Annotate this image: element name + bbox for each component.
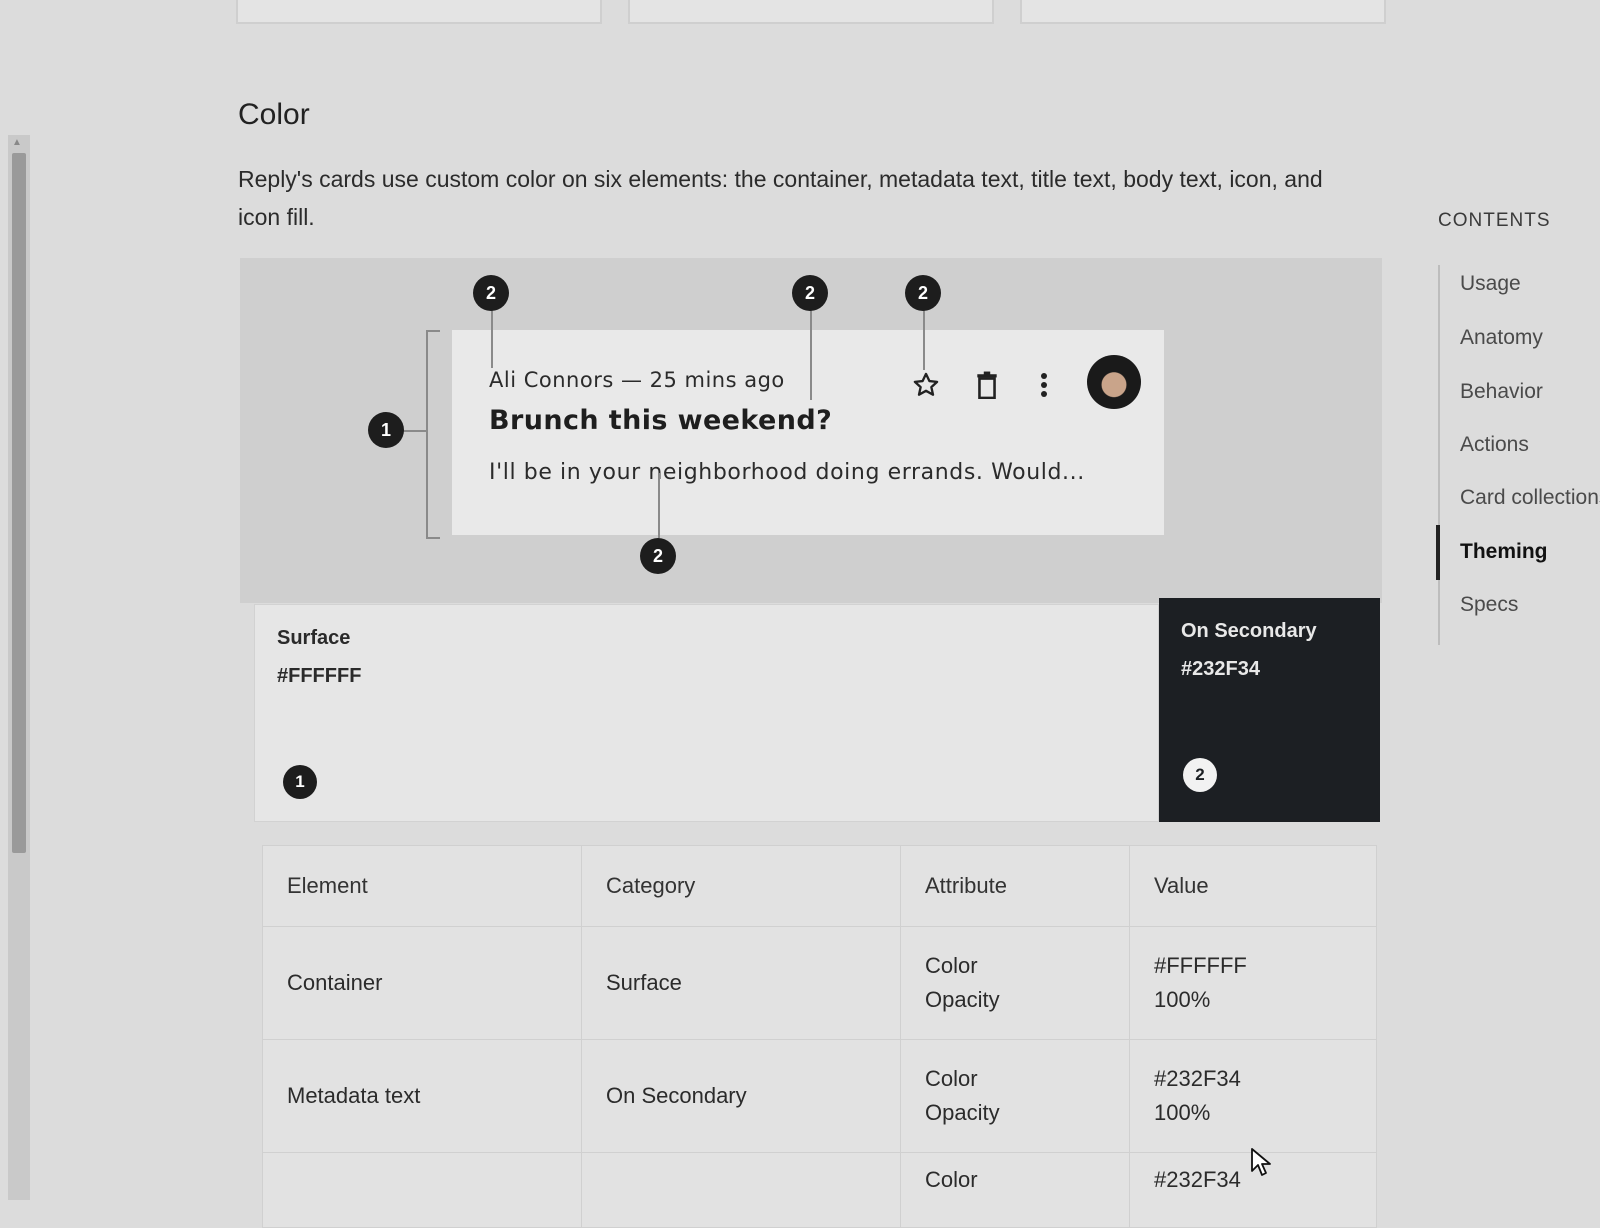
cell-value: #232F34 100% [1129,1039,1377,1153]
toc-item-theming[interactable]: Theming [1460,540,1548,564]
star-leader-line [923,310,925,370]
header-element: Element [262,845,582,927]
attribute-opacity: Opacity [925,1100,1000,1125]
marker-star-icon: 2 [905,275,941,311]
top-card-3 [1020,0,1386,24]
top-card-1 [236,0,602,24]
header-value: Value [1129,845,1377,927]
body-leader-line [658,473,660,538]
toc-item-behavior[interactable]: Behavior [1460,380,1543,404]
toc-item-actions[interactable]: Actions [1460,433,1529,457]
metadata-end-leader-line [810,310,812,400]
scroll-thumb[interactable] [12,153,26,853]
attribute-color: Color [925,953,978,978]
value-color: #232F34 [1154,1066,1241,1091]
swatch-surface-hex: #FFFFFF [277,665,362,687]
top-card-2 [628,0,994,24]
toc-item-specs[interactable]: Specs [1460,593,1518,617]
scroll-up-arrow-icon[interactable]: ▲ [12,137,22,148]
toc-active-indicator [1436,525,1440,580]
header-attribute: Attribute [900,845,1130,927]
table-row: Color #232F34 [262,1152,1377,1228]
cell-element [262,1152,582,1228]
table-row: Metadata text On Secondary Color Opacity… [262,1039,1377,1153]
swatch-on-secondary: On Secondary #232F34 2 [1159,598,1380,822]
table-header-row: Element Category Attribute Value [262,845,1377,927]
cell-category [581,1152,901,1228]
toc-item-anatomy[interactable]: Anatomy [1460,326,1543,350]
marker-metadata-end: 2 [792,275,828,311]
value-opacity: 100% [1154,987,1211,1012]
toc-heading: CONTENTS [1438,210,1551,231]
more-vert-icon[interactable] [1027,368,1061,402]
color-demo-illustration: 1 Ali Connors — 25 mins ago Brunch this … [240,258,1382,603]
value-color: #FFFFFF [1154,953,1247,978]
table-row: Container Surface Color Opacity #FFFFFF … [262,926,1377,1040]
cell-value: #FFFFFF 100% [1129,926,1377,1040]
attribute-color: Color [925,1066,978,1091]
marker-metadata: 2 [473,275,509,311]
header-category: Category [581,845,901,927]
trash-icon[interactable] [970,368,1004,402]
section-description: Reply's cards use custom color on six el… [238,166,1323,230]
marker-container: 1 [368,412,404,448]
toc-rail [1438,265,1440,645]
attribute-opacity: Opacity [925,987,1000,1012]
cell-element: Metadata text [262,1039,582,1153]
container-bracket [426,330,440,539]
page-scrollbar[interactable]: ▲ [8,135,30,1200]
cell-element: Container [262,926,582,1040]
cell-category: Surface [581,926,901,1040]
card-title: Brunch this weekend? [489,405,833,436]
mouse-cursor-icon [1250,1147,1272,1182]
toc-item-usage[interactable]: Usage [1460,272,1521,296]
section-title: Color [238,98,310,131]
swatch-surface-marker: 1 [283,765,317,799]
cell-attribute: Color Opacity [900,1039,1130,1153]
value-opacity: 100% [1154,1100,1211,1125]
marker-body: 2 [640,538,676,574]
swatch-surface-name: Surface [277,627,351,649]
star-outline-icon[interactable] [909,368,943,402]
card-metadata: Ali Connors — 25 mins ago [489,368,785,392]
color-swatches: Surface #FFFFFF 1 On Secondary #232F34 2 [254,598,1380,822]
cell-attribute: Color Opacity [900,926,1130,1040]
cell-attribute: Color [900,1152,1130,1228]
card-body: I'll be in your neighborhood doing erran… [489,460,1085,485]
cell-category: On Secondary [581,1039,901,1153]
avatar[interactable] [1087,355,1141,409]
swatch-on-secondary-hex: #232F34 [1181,658,1260,680]
swatch-surface: Surface #FFFFFF 1 [254,604,1159,822]
metadata-leader-line [491,310,493,368]
toc-item-card-collections[interactable]: Card collections [1460,486,1600,510]
swatch-on-secondary-marker: 2 [1183,758,1217,792]
color-spec-table: Element Category Attribute Value Contain… [262,845,1377,1228]
swatch-on-secondary-name: On Secondary [1181,620,1317,642]
demo-card: Ali Connors — 25 mins ago Brunch this we… [452,330,1164,535]
